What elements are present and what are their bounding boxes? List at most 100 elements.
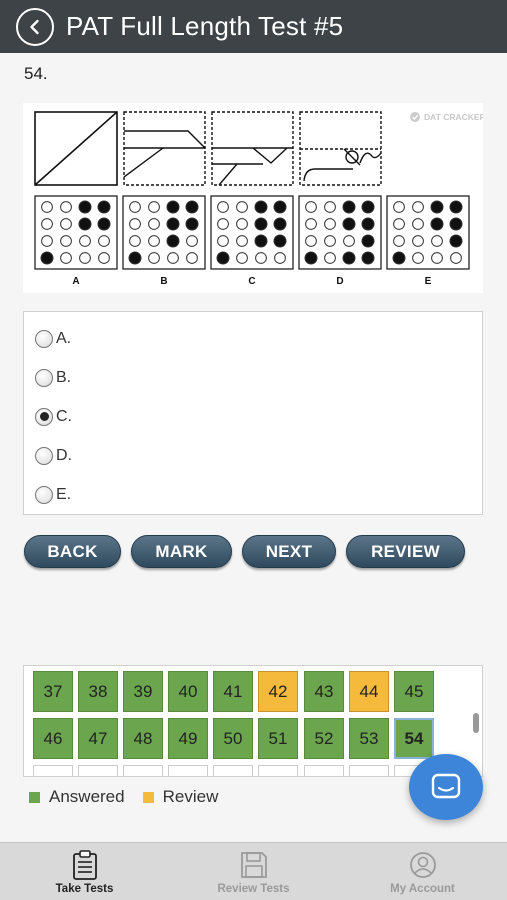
option-e[interactable]: E. — [24, 475, 482, 514]
question-cell-41[interactable]: 41 — [213, 671, 253, 712]
empty-hole — [60, 218, 72, 230]
question-cell-49[interactable]: 49 — [168, 718, 208, 759]
question-cell-partial[interactable] — [304, 765, 344, 776]
option-a[interactable]: A. — [24, 319, 482, 358]
question-cell-partial[interactable] — [168, 765, 208, 776]
question-cell-43[interactable]: 43 — [304, 671, 344, 712]
question-cell-46[interactable]: 46 — [33, 718, 73, 759]
option-d[interactable]: D. — [24, 436, 482, 475]
question-cell-39[interactable]: 39 — [123, 671, 163, 712]
empty-hole — [148, 235, 160, 247]
filled-hole — [273, 234, 287, 248]
next-button[interactable]: NEXT — [242, 535, 336, 568]
radio-e[interactable] — [35, 485, 53, 504]
empty-hole — [236, 252, 248, 264]
empty-hole — [393, 235, 405, 247]
question-cell-partial[interactable] — [123, 765, 163, 776]
option-b-label: B. — [56, 368, 72, 386]
option-c[interactable]: C. — [24, 397, 482, 436]
question-cell-partial[interactable] — [213, 765, 253, 776]
question-figure: DAT CRACKER A B C D E — [23, 103, 486, 293]
question-cell-51[interactable]: 51 — [258, 718, 298, 759]
question-cell-50[interactable]: 50 — [213, 718, 253, 759]
radio-b[interactable] — [35, 368, 53, 387]
filled-hole — [254, 200, 268, 214]
filled-hole — [430, 200, 444, 214]
radio-d[interactable] — [35, 446, 53, 465]
question-cell-partial[interactable] — [78, 765, 118, 776]
question-cell-53[interactable]: 53 — [349, 718, 389, 759]
filled-hole — [128, 251, 142, 265]
empty-hole — [412, 201, 424, 213]
empty-hole — [412, 235, 424, 247]
question-cell-44[interactable]: 44 — [349, 671, 389, 712]
filled-hole — [361, 234, 375, 248]
clipboard-icon — [72, 850, 97, 880]
chevron-left-icon — [30, 19, 39, 34]
question-cell-54[interactable]: 54 — [394, 718, 434, 759]
back-button[interactable]: BACK — [24, 535, 121, 568]
mark-button[interactable]: MARK — [131, 535, 232, 568]
tab-take-tests[interactable]: Take Tests — [0, 843, 169, 900]
empty-hole — [393, 201, 405, 213]
empty-hole — [324, 252, 336, 264]
app-header: PAT Full Length Test #5 — [0, 0, 507, 53]
empty-hole — [305, 218, 317, 230]
floppy-disk-icon — [240, 852, 267, 878]
empty-hole — [431, 235, 443, 247]
empty-hole — [129, 218, 141, 230]
empty-hole — [41, 201, 53, 213]
empty-hole — [148, 218, 160, 230]
filled-hole — [166, 217, 180, 231]
bottom-tab-bar: Take Tests Review Tests My Account — [0, 842, 507, 900]
question-cell-partial[interactable] — [258, 765, 298, 776]
choice-letter: B — [160, 276, 167, 287]
empty-hole — [129, 201, 141, 213]
option-d-label: D. — [56, 446, 72, 464]
filled-hole — [254, 234, 268, 248]
status-legend: Answered Review — [29, 787, 218, 807]
empty-hole — [393, 218, 405, 230]
radio-selected-dot — [39, 412, 49, 421]
filled-hole — [97, 217, 111, 231]
question-cell-38[interactable]: 38 — [78, 671, 118, 712]
empty-hole — [217, 235, 229, 247]
option-b[interactable]: B. — [24, 358, 482, 397]
empty-hole — [236, 235, 248, 247]
choice-letter: E — [425, 276, 432, 287]
question-figure-drawing: DAT CRACKER A B C D E — [34, 111, 486, 287]
end-view — [211, 111, 294, 186]
tab-review-tests-label: Review Tests — [217, 883, 290, 895]
empty-hole — [412, 218, 424, 230]
radio-a[interactable] — [35, 329, 53, 348]
radio-c[interactable] — [35, 407, 53, 426]
question-cell-52[interactable]: 52 — [304, 718, 344, 759]
chat-button[interactable] — [409, 754, 483, 820]
watermark-text: DAT CRACKER — [424, 112, 483, 122]
question-cell-42[interactable]: 42 — [258, 671, 298, 712]
empty-hole — [79, 252, 91, 264]
question-cell-partial[interactable] — [349, 765, 389, 776]
tab-my-account[interactable]: My Account — [338, 843, 507, 900]
question-cell-45[interactable]: 45 — [394, 671, 434, 712]
question-cell-48[interactable]: 48 — [123, 718, 163, 759]
question-cell-40[interactable]: 40 — [168, 671, 208, 712]
empty-hole — [217, 201, 229, 213]
question-cell-47[interactable]: 47 — [78, 718, 118, 759]
filled-hole — [185, 217, 199, 231]
review-button[interactable]: REVIEW — [346, 535, 465, 568]
review-swatch — [142, 791, 154, 803]
question-cell-37[interactable]: 37 — [33, 671, 73, 712]
option-a-label: A. — [56, 329, 72, 347]
back-nav-button[interactable] — [16, 7, 54, 46]
filled-hole — [166, 234, 180, 248]
grid-scrollbar[interactable] — [473, 713, 479, 733]
empty-hole — [60, 235, 72, 247]
tab-review-tests[interactable]: Review Tests — [169, 843, 338, 900]
question-cell-partial[interactable] — [33, 765, 73, 776]
filled-hole — [304, 251, 318, 265]
filled-hole — [166, 200, 180, 214]
empty-hole — [324, 235, 336, 247]
filled-hole — [40, 251, 54, 265]
option-c-label: C. — [56, 407, 72, 425]
